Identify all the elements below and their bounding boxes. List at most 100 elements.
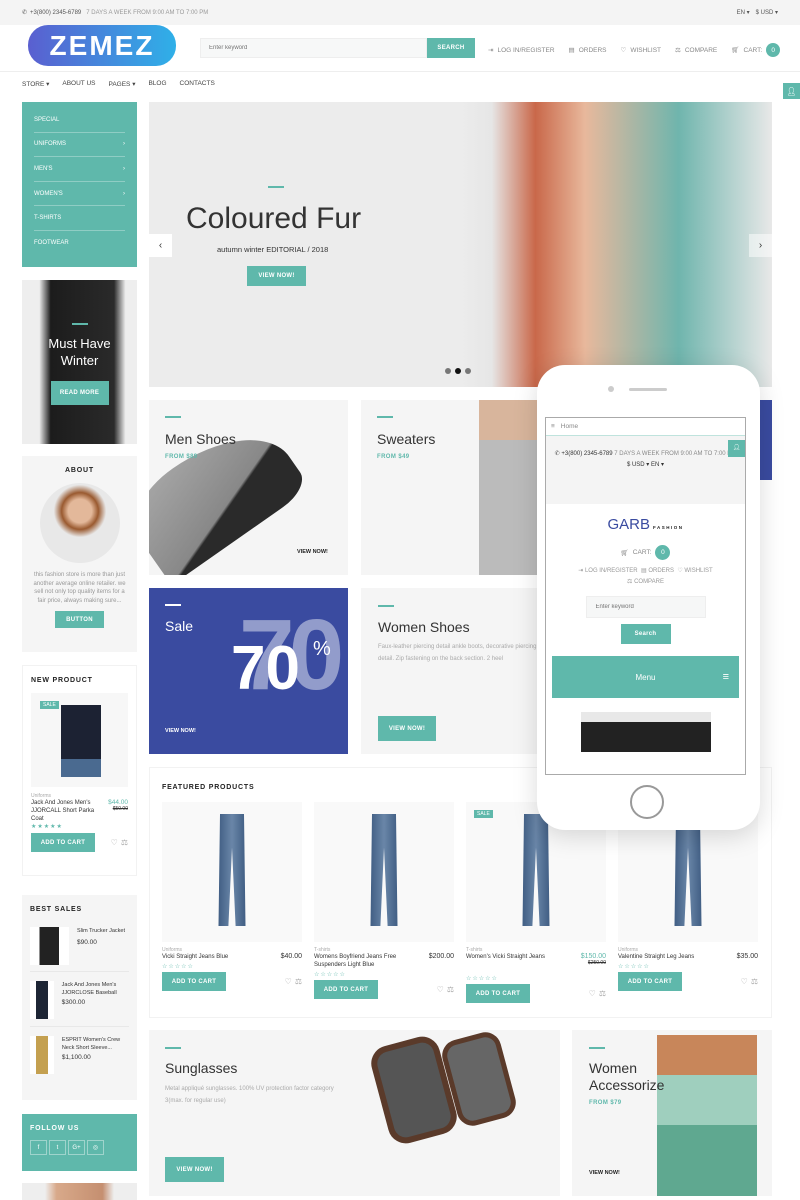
google-plus-icon[interactable]: G+	[68, 1140, 85, 1155]
phone-search-button[interactable]: Search	[620, 624, 671, 644]
sale-tile[interactable]: Sale 70 70 % VIEW NOW!	[149, 588, 348, 754]
nav-contacts[interactable]: CONTACTS	[180, 80, 215, 88]
sunglasses-banner[interactable]: Sunglasses Metal appliqué sunglasses. 10…	[149, 1030, 560, 1196]
add-to-cart-button[interactable]: ADD TO CART	[618, 972, 682, 991]
product-name[interactable]: Vicki Straight Jeans Blue	[162, 953, 228, 961]
facebook-icon[interactable]: f	[30, 1140, 47, 1155]
language-select[interactable]: EN ▾	[737, 9, 750, 16]
product-card[interactable]: SALE T-shirts Women's Vicki Straight Jea…	[466, 802, 606, 1003]
heart-icon[interactable]: ♡	[589, 989, 596, 998]
prev-slide-arrow-icon[interactable]: ‹	[149, 234, 172, 257]
product-price: $40.00	[280, 953, 302, 960]
twitter-icon[interactable]: t	[49, 1140, 66, 1155]
compare-icon[interactable]: ⚖	[295, 977, 302, 986]
top-bar: ✆ +3(800) 2345-6789 7 DAYS A WEEK FROM 9…	[0, 0, 800, 25]
women-accessorize-banner[interactable]: Women Accessorize FROM $79 VIEW NOW!	[572, 1030, 772, 1196]
compare-icon[interactable]: ⚖	[447, 985, 454, 994]
slide-dot-active[interactable]	[455, 368, 461, 374]
heart-icon: ♡	[620, 47, 627, 54]
category-uniforms[interactable]: UNIFORMS ›	[34, 133, 125, 158]
slide-dot[interactable]	[465, 368, 471, 374]
orders-link[interactable]: ▤ ORDERS	[569, 46, 607, 55]
new-product-widget: NEW PRODUCT SALE Uniforms Jack And Jones…	[22, 665, 137, 876]
phone-search-input[interactable]	[585, 596, 706, 618]
about-title: ABOUT	[65, 467, 94, 474]
add-to-cart-button[interactable]: ADD TO CART	[314, 980, 378, 999]
wishlist-link[interactable]: ♡ WISHLIST	[620, 46, 662, 55]
home-button[interactable]	[630, 785, 664, 819]
phone-menu-bar[interactable]: Menu ≡	[552, 656, 739, 698]
new-product-image[interactable]: SALE	[31, 693, 128, 787]
zemez-logo[interactable]: ZEMEZ	[28, 25, 176, 66]
cart-icon: 🛒︎	[731, 47, 740, 54]
list-item[interactable]: Jack And Jones Men's JJORCLOSE Baseball $…	[30, 981, 129, 1027]
add-to-cart-button[interactable]: ADD TO CART	[162, 972, 226, 991]
product-card[interactable]: T-shirts Womens Boyfriend Jeans Free Sus…	[314, 802, 454, 1003]
compare-icon[interactable]: ⚖	[751, 977, 758, 986]
follow-us-widget: FOLLOW US f t G+ ◎	[22, 1114, 137, 1171]
login-link[interactable]: ⇥ LOG IN/REGISTER	[488, 46, 555, 55]
list-item[interactable]: ESPRIT Women's Crew Neck Short Sleeve...…	[30, 1036, 129, 1074]
category-tshirts[interactable]: T-SHIRTS	[34, 206, 125, 231]
women-shoes-tile[interactable]: Women Shoes Faux-leather piercing detail…	[361, 588, 560, 754]
compare-icon[interactable]: ⚖	[599, 989, 606, 998]
product-name[interactable]: Womens Boyfriend Jeans Free Suspenders L…	[314, 953, 425, 969]
product-name[interactable]: Valentine Straight Leg Jeans	[618, 953, 694, 961]
product-name[interactable]: Women's Vicki Straight Jeans	[466, 953, 545, 966]
product-price: $35.00	[736, 953, 758, 960]
category-special[interactable]: SPECIAL	[34, 108, 125, 133]
pinterest-icon[interactable]: ◎	[87, 1140, 104, 1155]
winter-banner[interactable]: Must Have Winter READ MORE	[22, 280, 137, 444]
new-product-title: NEW PRODUCT	[31, 677, 93, 684]
add-to-cart-button[interactable]: ADD TO CART	[466, 984, 530, 1003]
about-avatar	[39, 483, 120, 563]
heart-icon[interactable]: ♡	[741, 977, 748, 986]
phone-cart[interactable]: 🛒︎ CART: 0	[546, 545, 745, 560]
product-price: $150.00	[580, 953, 606, 960]
compare-icon[interactable]: ⚖	[121, 838, 128, 847]
currency-select[interactable]: $ USD ▾	[756, 9, 778, 16]
slide-dot[interactable]	[445, 368, 451, 374]
product-image[interactable]	[162, 802, 302, 942]
next-slide-arrow-icon[interactable]: ›	[749, 234, 772, 257]
compare-link[interactable]: ⚖ COMPARE	[675, 46, 717, 55]
women-shoes-view-button[interactable]: VIEW NOW!	[378, 716, 436, 741]
hamburger-icon[interactable]: ≡	[551, 423, 555, 430]
category-mens[interactable]: MEN'S ›	[34, 157, 125, 182]
sunglasses-view-button[interactable]: VIEW NOW!	[165, 1157, 224, 1182]
nav-blog[interactable]: BLOG	[148, 80, 166, 88]
user-icon[interactable]: 👤︎	[728, 440, 745, 457]
winter-title: Must Have Winter	[48, 336, 111, 368]
user-panel-toggle[interactable]: 👤︎	[783, 83, 800, 99]
about-text: this fashion store is more than just ano…	[33, 572, 126, 604]
hero-view-now-button[interactable]: VIEW NOW!	[247, 266, 306, 286]
phone-home-link[interactable]: Home	[561, 423, 578, 430]
product-card[interactable]: Uniforms Vicki Straight Jeans Blue $40.00…	[162, 802, 302, 1003]
sweaters-tile[interactable]: Sweaters FROM $49	[361, 400, 560, 575]
product-image[interactable]	[314, 802, 454, 942]
hero-subtitle: autumn winter EDITORIAL / 2018	[217, 245, 329, 254]
heart-icon[interactable]: ♡	[437, 985, 444, 994]
read-more-button[interactable]: READ MORE	[50, 381, 109, 405]
rating-stars: ☆☆☆☆☆	[618, 964, 650, 970]
cart-link[interactable]: 🛒︎ CART: 0	[731, 43, 781, 57]
product-price: $44.00	[108, 799, 128, 806]
search-input[interactable]	[200, 38, 427, 58]
list-item[interactable]: Slim Trucker Jacket $90.00	[30, 927, 129, 972]
category-womens[interactable]: WOMEN'S ›	[34, 182, 125, 207]
men-shoes-tile[interactable]: Men Shoes FROM $89 VIEW NOW!	[149, 400, 348, 575]
follow-title: FOLLOW US	[30, 1125, 80, 1132]
category-footwear[interactable]: FOOTWEAR	[34, 231, 125, 256]
nav-pages[interactable]: PAGES ▾	[108, 80, 135, 88]
hours: 7 DAYS A WEEK FROM 9:00 AM TO 7:00 PM	[86, 9, 209, 16]
product-name[interactable]: Jack And Jones Men's JJORCALL Short Park…	[31, 799, 99, 823]
search-button[interactable]: SEARCH	[427, 38, 475, 58]
product-card[interactable]: Uniforms Valentine Straight Leg Jeans $35…	[618, 802, 758, 1003]
nav-store[interactable]: STORE ▾	[22, 80, 49, 88]
add-to-cart-button[interactable]: ADD TO CART	[31, 833, 95, 852]
heart-icon[interactable]: ♡	[111, 838, 118, 847]
nav-about[interactable]: ABOUT US	[62, 80, 95, 88]
heart-icon[interactable]: ♡	[285, 977, 292, 986]
cart-count: 0	[766, 43, 781, 57]
about-button[interactable]: BUTTON	[55, 611, 104, 628]
